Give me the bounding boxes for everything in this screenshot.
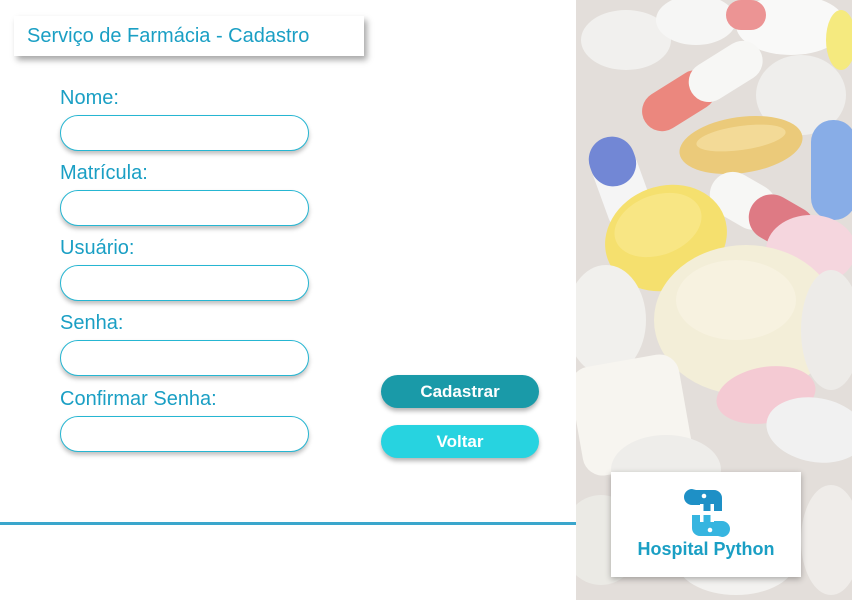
divider-line — [0, 522, 620, 525]
matricula-input[interactable] — [60, 190, 309, 226]
page-title: Serviço de Farmácia - Cadastro — [27, 24, 310, 47]
voltar-button[interactable]: Voltar — [381, 425, 539, 458]
usuario-input[interactable] — [60, 265, 309, 301]
usuario-label: Usuário: — [60, 237, 135, 259]
hospital-python-logo: Hospital Python — [611, 472, 801, 577]
senha-label: Senha: — [60, 312, 124, 334]
nome-label: Nome: — [60, 87, 119, 109]
page-title-card: Serviço de Farmácia - Cadastro — [14, 16, 364, 56]
confirmar-senha-input[interactable] — [60, 416, 309, 452]
matricula-label: Matrícula: — [60, 162, 148, 184]
cadastrar-button[interactable]: Cadastrar — [381, 375, 539, 408]
python-h-icon — [684, 489, 730, 537]
logo-text: Hospital Python — [637, 539, 775, 559]
confirmar-senha-label: Confirmar Senha: — [60, 388, 217, 410]
senha-input[interactable] — [60, 340, 309, 376]
nome-input[interactable] — [60, 115, 309, 151]
